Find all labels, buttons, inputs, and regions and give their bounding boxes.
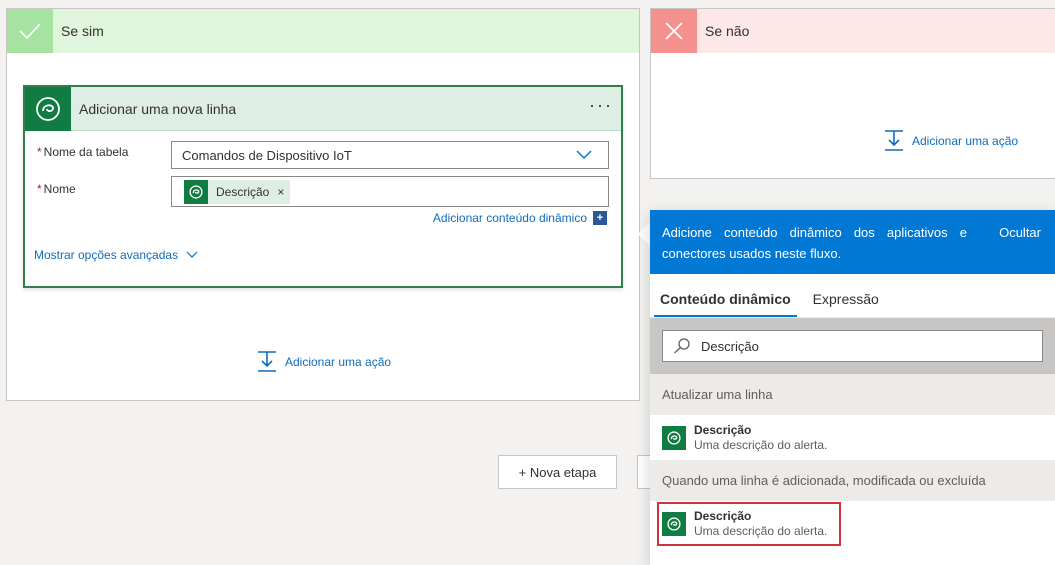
branch-no-title: Se não <box>705 23 750 39</box>
tab-dynamic-content[interactable]: Conteúdo dinâmico <box>654 291 797 317</box>
no-add-action-button[interactable]: Adicionar uma ação <box>884 130 1018 152</box>
hide-flyout-link[interactable]: Ocultar <box>999 222 1041 243</box>
dataverse-icon <box>662 425 686 450</box>
dynamic-content-token[interactable]: Descrição × <box>184 180 291 204</box>
flyout-tabs: Conteúdo dinâmico Expressão <box>650 274 1055 318</box>
search-icon <box>673 338 691 354</box>
item-name: Descrição <box>694 422 752 437</box>
flyout-pointer <box>638 222 650 246</box>
name-input[interactable]: Descrição × <box>171 176 609 207</box>
dynamic-content-item[interactable]: Descrição Uma descrição do alerta. <box>650 415 1055 460</box>
add-dynamic-content-link[interactable]: Adicionar conteúdo dinâmico + <box>433 211 607 225</box>
branch-no-header[interactable]: Se não <box>651 9 1055 53</box>
chevron-down-icon <box>186 251 198 259</box>
dataverse-icon <box>184 180 208 204</box>
card-header[interactable]: Adicionar uma nova linha ··· <box>25 86 621 131</box>
add-action-label: Adicionar uma ação <box>912 134 1019 148</box>
remove-token-icon[interactable]: × <box>277 185 284 199</box>
name-label: * Nome <box>37 182 76 196</box>
add-action-icon <box>884 130 904 152</box>
plus-icon: + <box>593 211 607 225</box>
close-icon <box>651 9 697 53</box>
flyout-header: Adicione conteúdo dinâmico dos aplicativ… <box>650 210 1055 274</box>
add-dynamic-content-label: Adicionar conteúdo dinâmico <box>432 211 587 225</box>
branch-yes-panel: Se sim Adicionar uma nova linha ··· * Nom… <box>6 8 640 401</box>
show-advanced-options-label: Mostrar opções avançadas <box>34 248 179 262</box>
item-description: Uma descrição do alerta. <box>694 437 828 452</box>
table-name-select[interactable]: Comandos de Dispositivo IoT <box>171 141 609 169</box>
table-name-label: * Nome da tabela <box>37 145 129 159</box>
branch-no-panel: Se não Adicionar uma ação <box>650 8 1055 179</box>
add-row-action-card: Adicionar uma nova linha ··· * Nome da ta… <box>23 85 623 288</box>
show-advanced-options-link[interactable]: Mostrar opções avançadas <box>34 248 198 262</box>
section-header: Atualizar uma linha <box>650 374 1055 415</box>
dataverse-icon <box>25 86 71 131</box>
dataverse-icon <box>662 511 686 536</box>
table-name-value: Comandos de Dispositivo IoT <box>182 147 352 163</box>
more-options-icon[interactable]: ··· <box>581 96 621 118</box>
search-area: Descrição <box>650 318 1055 374</box>
item-name: Descrição <box>694 508 752 523</box>
section-header: Quando uma linha é adicionada, modificad… <box>650 460 1055 501</box>
add-action-icon <box>257 351 277 373</box>
add-action-label: Adicionar uma ação <box>285 355 392 369</box>
token-label: Descrição <box>216 185 270 199</box>
yes-add-action-button[interactable]: Adicionar uma ação <box>257 351 391 373</box>
branch-yes-title: Se sim <box>61 23 104 39</box>
branch-yes-header[interactable]: Se sim <box>7 9 639 53</box>
tab-expression[interactable]: Expressão <box>807 291 885 317</box>
dynamic-content-flyout: Adicione conteúdo dinâmico dos aplicativ… <box>650 210 1055 565</box>
card-title: Adicionar uma nova linha <box>79 100 237 117</box>
item-description: Uma descrição do alerta. <box>694 523 828 538</box>
search-value: Descrição <box>701 338 759 354</box>
check-icon <box>7 9 53 53</box>
flyout-header-text: Adicione conteúdo dinâmico dos aplicativ… <box>662 225 967 261</box>
new-step-button[interactable]: + Nova etapa <box>498 455 617 489</box>
dynamic-content-search-input[interactable]: Descrição <box>662 330 1043 362</box>
dynamic-content-item[interactable]: Descrição Uma descrição do alerta. <box>650 501 1055 546</box>
chevron-down-icon <box>576 148 592 163</box>
